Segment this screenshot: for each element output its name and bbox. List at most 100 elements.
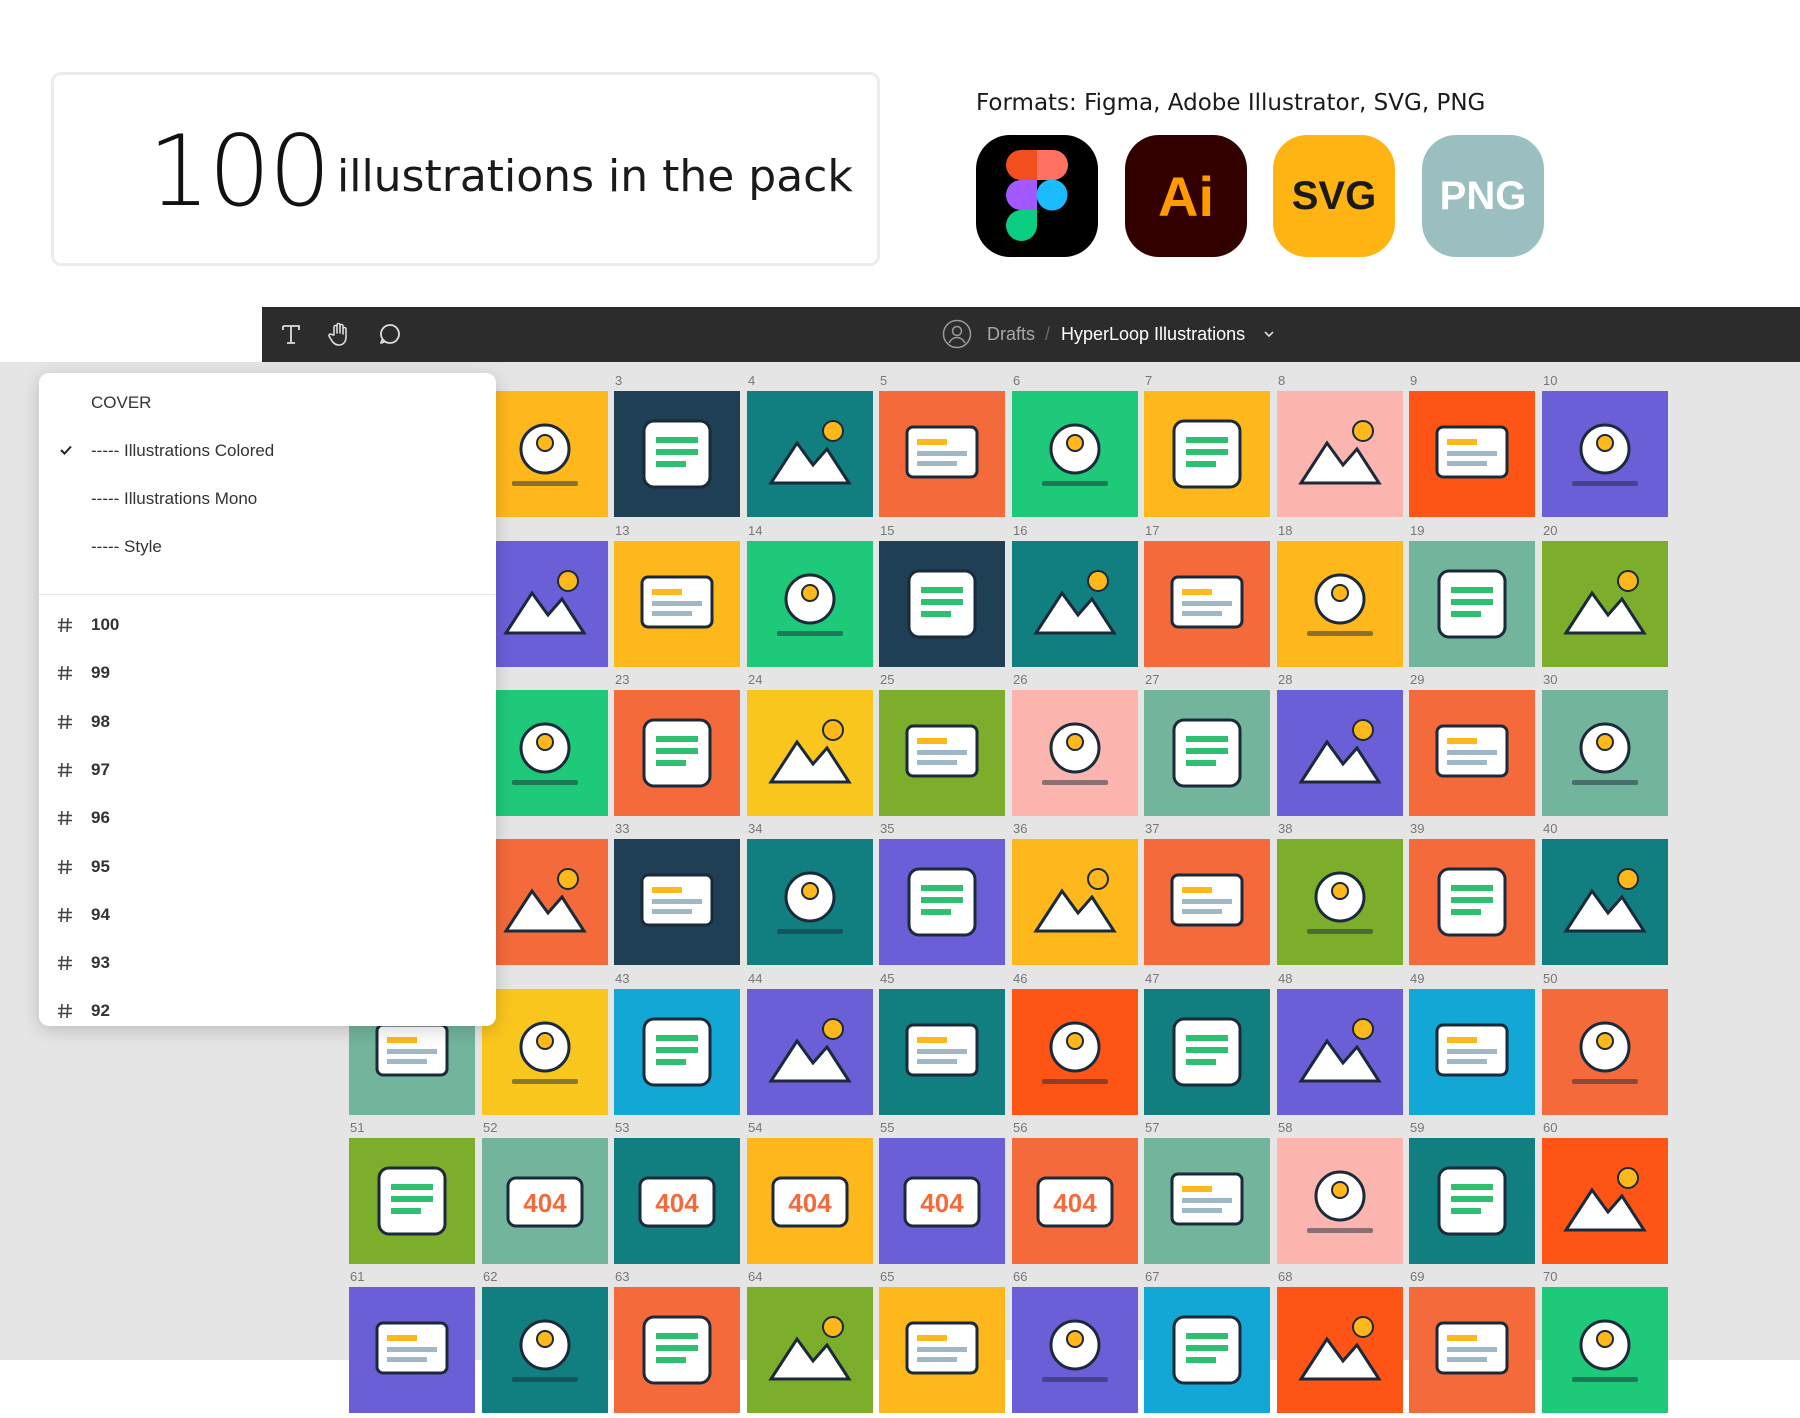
illustration-thumbnail[interactable] <box>1144 541 1270 667</box>
illustration-thumbnail[interactable] <box>1409 1138 1535 1264</box>
chevron-down-icon[interactable] <box>1262 327 1276 341</box>
frame-item[interactable]: 99 <box>39 653 496 693</box>
illustration-thumbnail[interactable] <box>1277 1138 1403 1264</box>
illustration-thumbnail[interactable] <box>879 690 1005 816</box>
frame-item[interactable]: 100 <box>39 605 496 645</box>
frame-number-label: 24 <box>748 672 763 687</box>
illustration-thumbnail[interactable] <box>1012 391 1138 517</box>
illustration-thumbnail[interactable] <box>614 541 740 667</box>
illustration-thumbnail[interactable]: 404 <box>747 1138 873 1264</box>
page-item-style[interactable]: ----- Style <box>91 537 162 557</box>
illustration-thumbnail[interactable] <box>1144 391 1270 517</box>
illustration-thumbnail[interactable] <box>1542 541 1668 667</box>
page-item-illustrations-colored[interactable]: ----- Illustrations Colored <box>91 441 274 461</box>
illustration-thumbnail[interactable] <box>1542 989 1668 1115</box>
illustration-thumbnail[interactable] <box>1144 690 1270 816</box>
illustration-count-label: illustrations in the pack <box>337 151 853 202</box>
illustration-thumbnail[interactable] <box>879 1287 1005 1413</box>
illustration-thumbnail[interactable] <box>614 391 740 517</box>
frame-number-label: 13 <box>615 523 630 538</box>
illustration-thumbnail[interactable] <box>1144 989 1270 1115</box>
illustration-thumbnail[interactable] <box>747 839 873 965</box>
illustration-thumbnail[interactable] <box>482 391 608 517</box>
illustration-thumbnail[interactable] <box>1409 391 1535 517</box>
illustration-thumbnail[interactable] <box>1277 989 1403 1115</box>
illustration-thumbnail[interactable] <box>1012 690 1138 816</box>
illustration-thumbnail[interactable] <box>1012 839 1138 965</box>
frame-number-label: 57 <box>1145 1120 1160 1135</box>
illustration-thumbnail[interactable] <box>1144 1138 1270 1264</box>
illustration-thumbnail[interactable] <box>614 690 740 816</box>
illustration-thumbnail[interactable] <box>614 1287 740 1413</box>
illustration-thumbnail[interactable] <box>1542 839 1668 965</box>
frame-hash-icon <box>58 956 72 971</box>
illustration-thumbnail[interactable] <box>747 391 873 517</box>
illustration-thumbnail[interactable] <box>1277 839 1403 965</box>
frame-number-label: 15 <box>880 523 895 538</box>
frame-item[interactable]: 93 <box>39 943 496 983</box>
illustration-thumbnail[interactable] <box>1012 989 1138 1115</box>
frame-item[interactable]: 96 <box>39 798 496 838</box>
illustration-thumbnail[interactable] <box>482 989 608 1115</box>
illustration-thumbnail[interactable] <box>1409 839 1535 965</box>
illustration-thumbnail[interactable] <box>1409 989 1535 1115</box>
illustration-thumbnail[interactable] <box>614 989 740 1115</box>
illustration-thumbnail[interactable] <box>879 989 1005 1115</box>
illustration-thumbnail[interactable] <box>1542 1287 1668 1413</box>
frame-item[interactable]: 97 <box>39 750 496 790</box>
frame-hash-icon <box>58 1004 72 1019</box>
frame-number-label: 51 <box>350 1120 365 1135</box>
illustration-thumbnail[interactable] <box>1277 1287 1403 1413</box>
check-icon <box>60 445 72 455</box>
illustration-thumbnail[interactable] <box>482 1287 608 1413</box>
frame-item[interactable]: 98 <box>39 702 496 742</box>
hand-tool-icon[interactable] <box>325 319 355 349</box>
page-item-illustrations-mono[interactable]: ----- Illustrations Mono <box>91 489 257 509</box>
illustration-thumbnail[interactable]: 404 <box>1012 1138 1138 1264</box>
illustration-thumbnail[interactable] <box>614 839 740 965</box>
illustration-thumbnail[interactable] <box>1277 541 1403 667</box>
frame-number-label: 5 <box>880 373 888 388</box>
illustration-thumbnail[interactable]: 404 <box>879 1138 1005 1264</box>
illustration-thumbnail[interactable] <box>1409 1287 1535 1413</box>
illustration-thumbnail[interactable] <box>1542 1138 1668 1264</box>
illustration-thumbnail[interactable] <box>482 541 608 667</box>
frame-item[interactable]: 94 <box>39 895 496 935</box>
frame-label: 92 <box>91 1001 110 1021</box>
illustration-thumbnail[interactable] <box>349 1138 475 1264</box>
user-avatar-icon[interactable] <box>942 319 972 349</box>
illustration-thumbnail[interactable] <box>1409 541 1535 667</box>
illustration-thumbnail[interactable] <box>1409 690 1535 816</box>
illustration-thumbnail[interactable] <box>1144 839 1270 965</box>
illustration-thumbnail[interactable] <box>747 541 873 667</box>
illustration-thumbnail[interactable] <box>879 541 1005 667</box>
illustration-thumbnail[interactable] <box>349 1287 475 1413</box>
pages-menu: COVER ----- Illustrations Colored ----- … <box>39 373 496 1026</box>
illustration-thumbnail[interactable]: 404 <box>482 1138 608 1264</box>
illustration-thumbnail[interactable] <box>747 690 873 816</box>
illustration-thumbnail[interactable] <box>1012 1287 1138 1413</box>
illustration-thumbnail[interactable] <box>1012 541 1138 667</box>
comment-tool-icon[interactable] <box>375 319 405 349</box>
illustration-thumbnail[interactable]: 404 <box>614 1138 740 1264</box>
frame-number-label: 59 <box>1410 1120 1425 1135</box>
frame-item[interactable]: 95 <box>39 847 496 887</box>
illustration-thumbnail[interactable] <box>1542 391 1668 517</box>
illustration-thumbnail[interactable] <box>879 391 1005 517</box>
illustration-thumbnail[interactable] <box>1277 690 1403 816</box>
frame-number-label: 23 <box>615 672 630 687</box>
illustration-thumbnail[interactable] <box>879 839 1005 965</box>
frame-hash-icon <box>58 666 72 681</box>
illustration-thumbnail[interactable] <box>747 1287 873 1413</box>
frame-item[interactable]: 92 <box>39 991 496 1026</box>
illustration-thumbnail[interactable] <box>482 690 608 816</box>
breadcrumb-drafts[interactable]: Drafts <box>987 307 1035 362</box>
illustration-thumbnail[interactable] <box>1542 690 1668 816</box>
illustration-thumbnail[interactable] <box>1144 1287 1270 1413</box>
text-tool-icon[interactable] <box>276 319 306 349</box>
page-item-cover[interactable]: COVER <box>91 393 151 413</box>
illustration-thumbnail[interactable] <box>747 989 873 1115</box>
breadcrumb-file-name[interactable]: HyperLoop Illustrations <box>1061 307 1245 362</box>
illustration-thumbnail[interactable] <box>482 839 608 965</box>
illustration-thumbnail[interactable] <box>1277 391 1403 517</box>
